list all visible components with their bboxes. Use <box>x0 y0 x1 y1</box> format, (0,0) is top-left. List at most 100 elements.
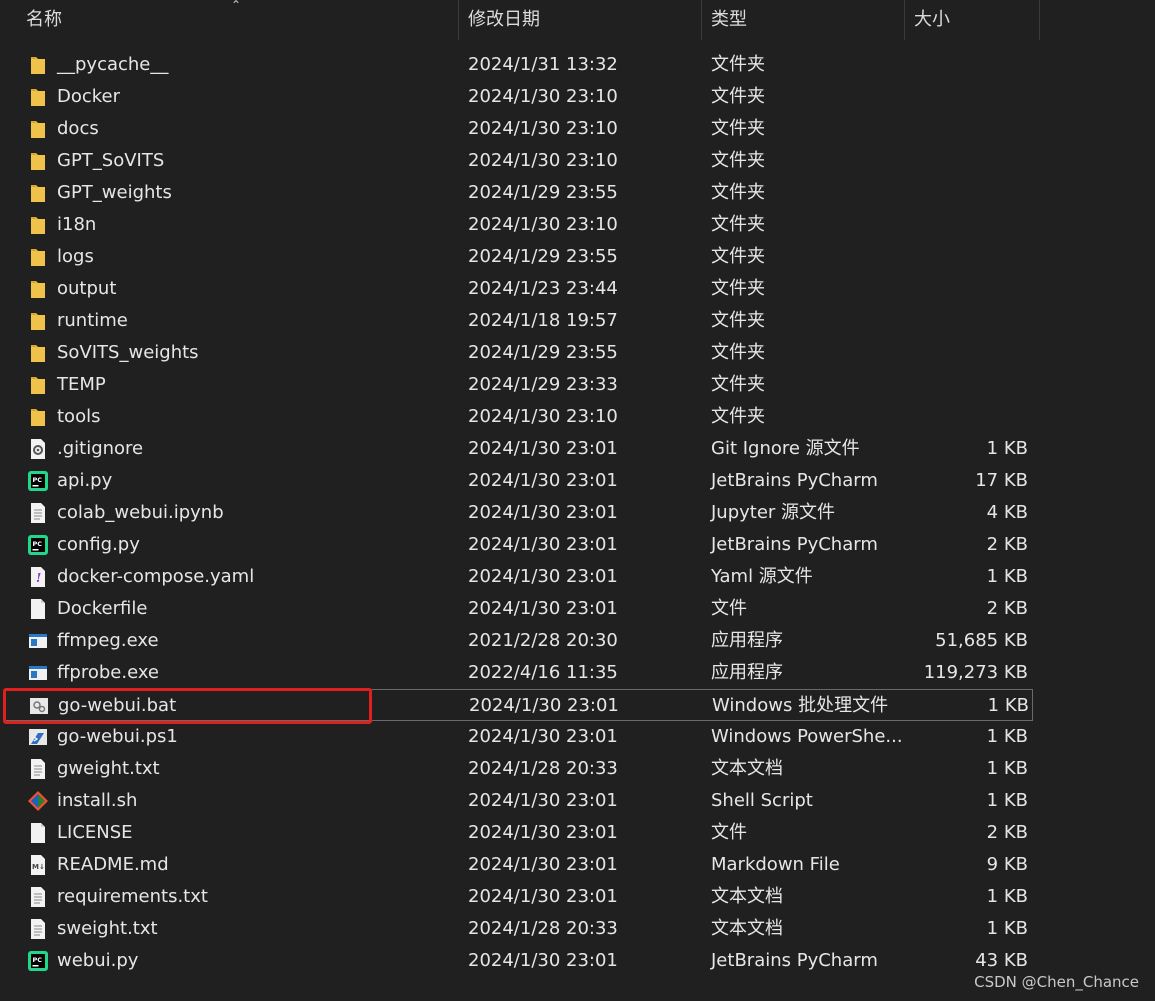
file-type: 文件夹 <box>711 342 765 363</box>
file-size: 1 KB <box>986 758 1028 779</box>
file-row[interactable]: requirements.txt 2024/1/30 23:01 文本文档 1 KB <box>0 881 1040 913</box>
column-header-date[interactable]: 修改日期 <box>460 0 700 40</box>
file-row[interactable]: Dockerfile 2024/1/30 23:01 文件 2 KB <box>0 593 1040 625</box>
folder-icon <box>27 182 49 204</box>
file-modified-date: 2024/1/28 20:33 <box>468 918 618 939</box>
file-size <box>904 49 1028 81</box>
file-row[interactable]: docs 2024/1/30 23:10 文件夹 <box>0 113 1040 145</box>
file-row[interactable]: PC api.py 2024/1/30 23:01 JetBrains PyCharm… <box>0 465 1040 497</box>
file-type: JetBrains PyCharm <box>711 470 878 491</box>
column-header-type-label: 类型 <box>711 9 747 30</box>
file-name: .gitignore <box>57 438 144 459</box>
file-name: requirements.txt <box>57 886 208 907</box>
file-type: 文件夹 <box>711 214 765 235</box>
text-file-icon <box>27 886 49 908</box>
file-type: 应用程序 <box>711 630 783 651</box>
file-type: 文件 <box>711 598 747 619</box>
file-row[interactable]: ffprobe.exe 2022/4/16 11:35 应用程序 119,273 KB <box>0 657 1040 689</box>
file-size: 9 KB <box>986 854 1028 875</box>
column-divider[interactable] <box>1039 0 1040 40</box>
text-file-icon <box>27 758 49 780</box>
file-size <box>904 81 1028 113</box>
file-type: Git Ignore 源文件 <box>711 438 860 459</box>
file-row[interactable]: LICENSE 2024/1/30 23:01 文件 2 KB <box>0 817 1040 849</box>
file-row[interactable]: install.sh 2024/1/30 23:01 Shell Script 1 K… <box>0 785 1040 817</box>
file-size: 2 KB <box>986 598 1028 619</box>
file-type: 文本文档 <box>711 758 783 779</box>
file-row[interactable]: SoVITS_weights 2024/1/29 23:55 文件夹 <box>0 337 1040 369</box>
file-row[interactable]: ffmpeg.exe 2021/2/28 20:30 应用程序 51,685 KB <box>0 625 1040 657</box>
file-modified-date: 2024/1/30 23:10 <box>468 150 618 171</box>
file-row[interactable]: tools 2024/1/30 23:10 文件夹 <box>0 401 1040 433</box>
file-name: docs <box>57 118 99 139</box>
column-divider[interactable] <box>701 0 702 40</box>
folder-icon <box>27 214 49 236</box>
file-type: JetBrains PyCharm <box>711 534 878 555</box>
file-name: __pycache__ <box>57 54 169 75</box>
file-row[interactable]: PC webui.py 2024/1/30 23:01 JetBrains PyCha… <box>0 945 1040 977</box>
file-row[interactable]: GPT_SoVITS 2024/1/30 23:10 文件夹 <box>0 145 1040 177</box>
file-size: 4 KB <box>986 502 1028 523</box>
column-divider[interactable] <box>458 0 459 40</box>
file-row[interactable]: Docker 2024/1/30 23:10 文件夹 <box>0 81 1040 113</box>
file-modified-date: 2024/1/30 23:01 <box>468 598 618 619</box>
file-row[interactable]: __pycache__ 2024/1/31 13:32 文件夹 <box>0 49 1040 81</box>
column-divider[interactable] <box>904 0 905 40</box>
file-name: Docker <box>57 86 121 107</box>
pycharm-icon: PC <box>27 534 49 556</box>
file-name: Dockerfile <box>57 598 148 619</box>
folder-icon <box>27 406 49 428</box>
file-name: install.sh <box>57 790 138 811</box>
file-size: 1 KB <box>986 566 1028 587</box>
file-name: ffprobe.exe <box>57 662 159 683</box>
column-header: 名称 ⌃ 修改日期 类型 大小 <box>0 0 1040 40</box>
file-row[interactable]: TEMP 2024/1/29 23:33 文件夹 <box>0 369 1040 401</box>
file-modified-date: 2024/1/30 23:01 <box>468 726 618 747</box>
file-row[interactable]: logs 2024/1/29 23:55 文件夹 <box>0 241 1040 273</box>
file-name: colab_webui.ipynb <box>57 502 224 523</box>
column-header-date-label: 修改日期 <box>468 9 540 30</box>
file-modified-date: 2021/2/28 20:30 <box>468 630 618 651</box>
file-row[interactable]: output 2024/1/23 23:44 文件夹 <box>0 273 1040 305</box>
file-name: go-webui.ps1 <box>57 726 178 747</box>
file-size: 1 KB <box>986 438 1028 459</box>
file-row[interactable]: .gitignore 2024/1/30 23:01 Git Ignore 源文件 1… <box>0 433 1040 465</box>
file-row[interactable]: ! docker-compose.yaml 2024/1/30 23:01 Yaml … <box>0 561 1040 593</box>
blank-file-icon <box>27 598 49 620</box>
file-modified-date: 2024/1/30 23:10 <box>468 214 618 235</box>
file-row[interactable]: i18n 2024/1/30 23:10 文件夹 <box>0 209 1040 241</box>
file-modified-date: 2022/4/16 11:35 <box>468 662 618 683</box>
file-size: 51,685 KB <box>935 630 1028 651</box>
column-header-size[interactable]: 大小 <box>906 0 1040 40</box>
file-row[interactable]: M↓ README.md 2024/1/30 23:01 Markdown File 9… <box>0 849 1040 881</box>
file-size: 2 KB <box>986 534 1028 555</box>
file-row[interactable]: go-webui.ps1 2024/1/30 23:01 Windows Power… <box>0 721 1040 753</box>
text-file-icon <box>27 502 49 524</box>
file-row[interactable]: PC config.py 2024/1/30 23:01 JetBrains PyCh… <box>0 529 1040 561</box>
gear-file-icon <box>27 438 49 460</box>
file-size <box>904 401 1028 433</box>
file-size: 1 KB <box>987 695 1029 716</box>
file-modified-date: 2024/1/30 23:01 <box>468 534 618 555</box>
file-type: JetBrains PyCharm <box>711 950 878 971</box>
folder-icon <box>27 246 49 268</box>
file-name: runtime <box>57 310 128 331</box>
column-header-name-label: 名称 <box>26 9 62 30</box>
file-name: i18n <box>57 214 97 235</box>
file-row[interactable]: colab_webui.ipynb 2024/1/30 23:01 Jupyter … <box>0 497 1040 529</box>
file-modified-date: 2024/1/30 23:01 <box>468 886 618 907</box>
file-row[interactable]: runtime 2024/1/18 19:57 文件夹 <box>0 305 1040 337</box>
column-header-type[interactable]: 类型 <box>703 0 903 40</box>
file-row[interactable]: sweight.txt 2024/1/28 20:33 文本文档 1 KB <box>0 913 1040 945</box>
file-row[interactable]: GPT_weights 2024/1/29 23:55 文件夹 <box>0 177 1040 209</box>
file-modified-date: 2024/1/30 23:01 <box>468 854 618 875</box>
file-name: api.py <box>57 470 113 491</box>
file-size <box>904 145 1028 177</box>
text-file-icon <box>27 918 49 940</box>
file-name: tools <box>57 406 101 427</box>
file-type: 文件夹 <box>711 374 765 395</box>
file-row[interactable]: gweight.txt 2024/1/28 20:33 文本文档 1 KB <box>0 753 1040 785</box>
file-size <box>904 177 1028 209</box>
file-modified-date: 2024/1/18 19:57 <box>468 310 618 331</box>
folder-icon <box>27 342 49 364</box>
